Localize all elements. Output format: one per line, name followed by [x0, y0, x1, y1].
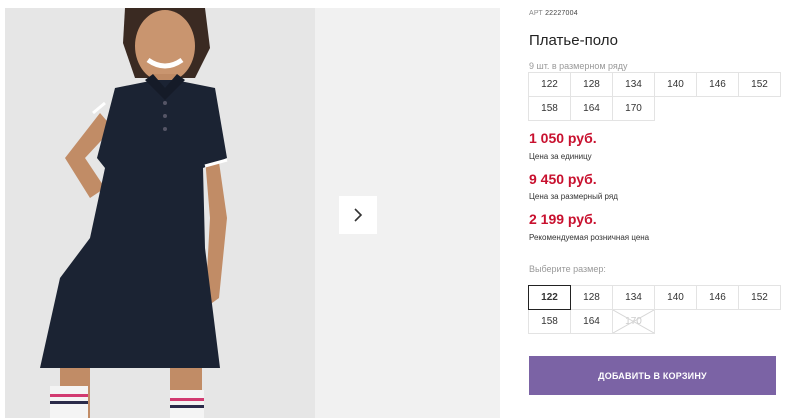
- sku-value: 22227004: [545, 10, 578, 17]
- sku-label: АРТ: [529, 10, 543, 17]
- product-photo[interactable]: [5, 8, 315, 418]
- pack-size-cell: 146: [696, 72, 739, 97]
- retail-price: 2 199 руб.: [529, 211, 597, 227]
- sku: АРТ 22227004: [529, 10, 578, 17]
- next-image-button[interactable]: [339, 196, 377, 234]
- size-option[interactable]: 158: [528, 309, 571, 334]
- size-option[interactable]: 146: [696, 285, 739, 310]
- pack-price-note: Цена за размерный ряд: [529, 192, 618, 201]
- pack-size-cell: 158: [528, 96, 571, 121]
- pack-size-cell: 122: [528, 72, 571, 97]
- cross-out-icon: [613, 310, 654, 333]
- retail-price-note: Рекомендуемая розничная цена: [529, 233, 650, 242]
- pack-size-cell: 164: [570, 96, 613, 121]
- product-title: Платье-поло: [529, 32, 618, 49]
- size-option[interactable]: 134: [612, 285, 655, 310]
- size-option-unavailable: 170: [612, 309, 655, 334]
- pack-label: 9 шт. в размерном ряду: [529, 61, 628, 71]
- unit-price: 1 050 руб.: [529, 130, 597, 146]
- add-to-cart-button[interactable]: ДОБАВИТЬ В КОРЗИНУ: [529, 356, 776, 395]
- choose-size-label: Выберите размер:: [529, 264, 606, 274]
- size-option[interactable]: 128: [570, 285, 613, 310]
- unit-price-note: Цена за единицу: [529, 152, 592, 161]
- girl-in-dress-image: [5, 8, 315, 418]
- size-option[interactable]: 164: [570, 309, 613, 334]
- product-gallery: [0, 0, 500, 418]
- pack-price: 9 450 руб.: [529, 171, 597, 187]
- size-selector: 122 128 134 140 146 152 158 164 170: [528, 285, 781, 334]
- pack-size-grid: 122 128 134 140 146 152 158 164 170: [528, 72, 781, 121]
- size-option-selected[interactable]: 122: [528, 285, 571, 310]
- pack-size-cell: 152: [738, 72, 781, 97]
- size-option[interactable]: 140: [654, 285, 697, 310]
- size-option[interactable]: 152: [738, 285, 781, 310]
- pack-size-cell: 128: [570, 72, 613, 97]
- pack-size-cell: 140: [654, 72, 697, 97]
- pack-size-cell: 170: [612, 96, 655, 121]
- pack-size-cell: 134: [612, 72, 655, 97]
- chevron-right-icon: [354, 208, 363, 222]
